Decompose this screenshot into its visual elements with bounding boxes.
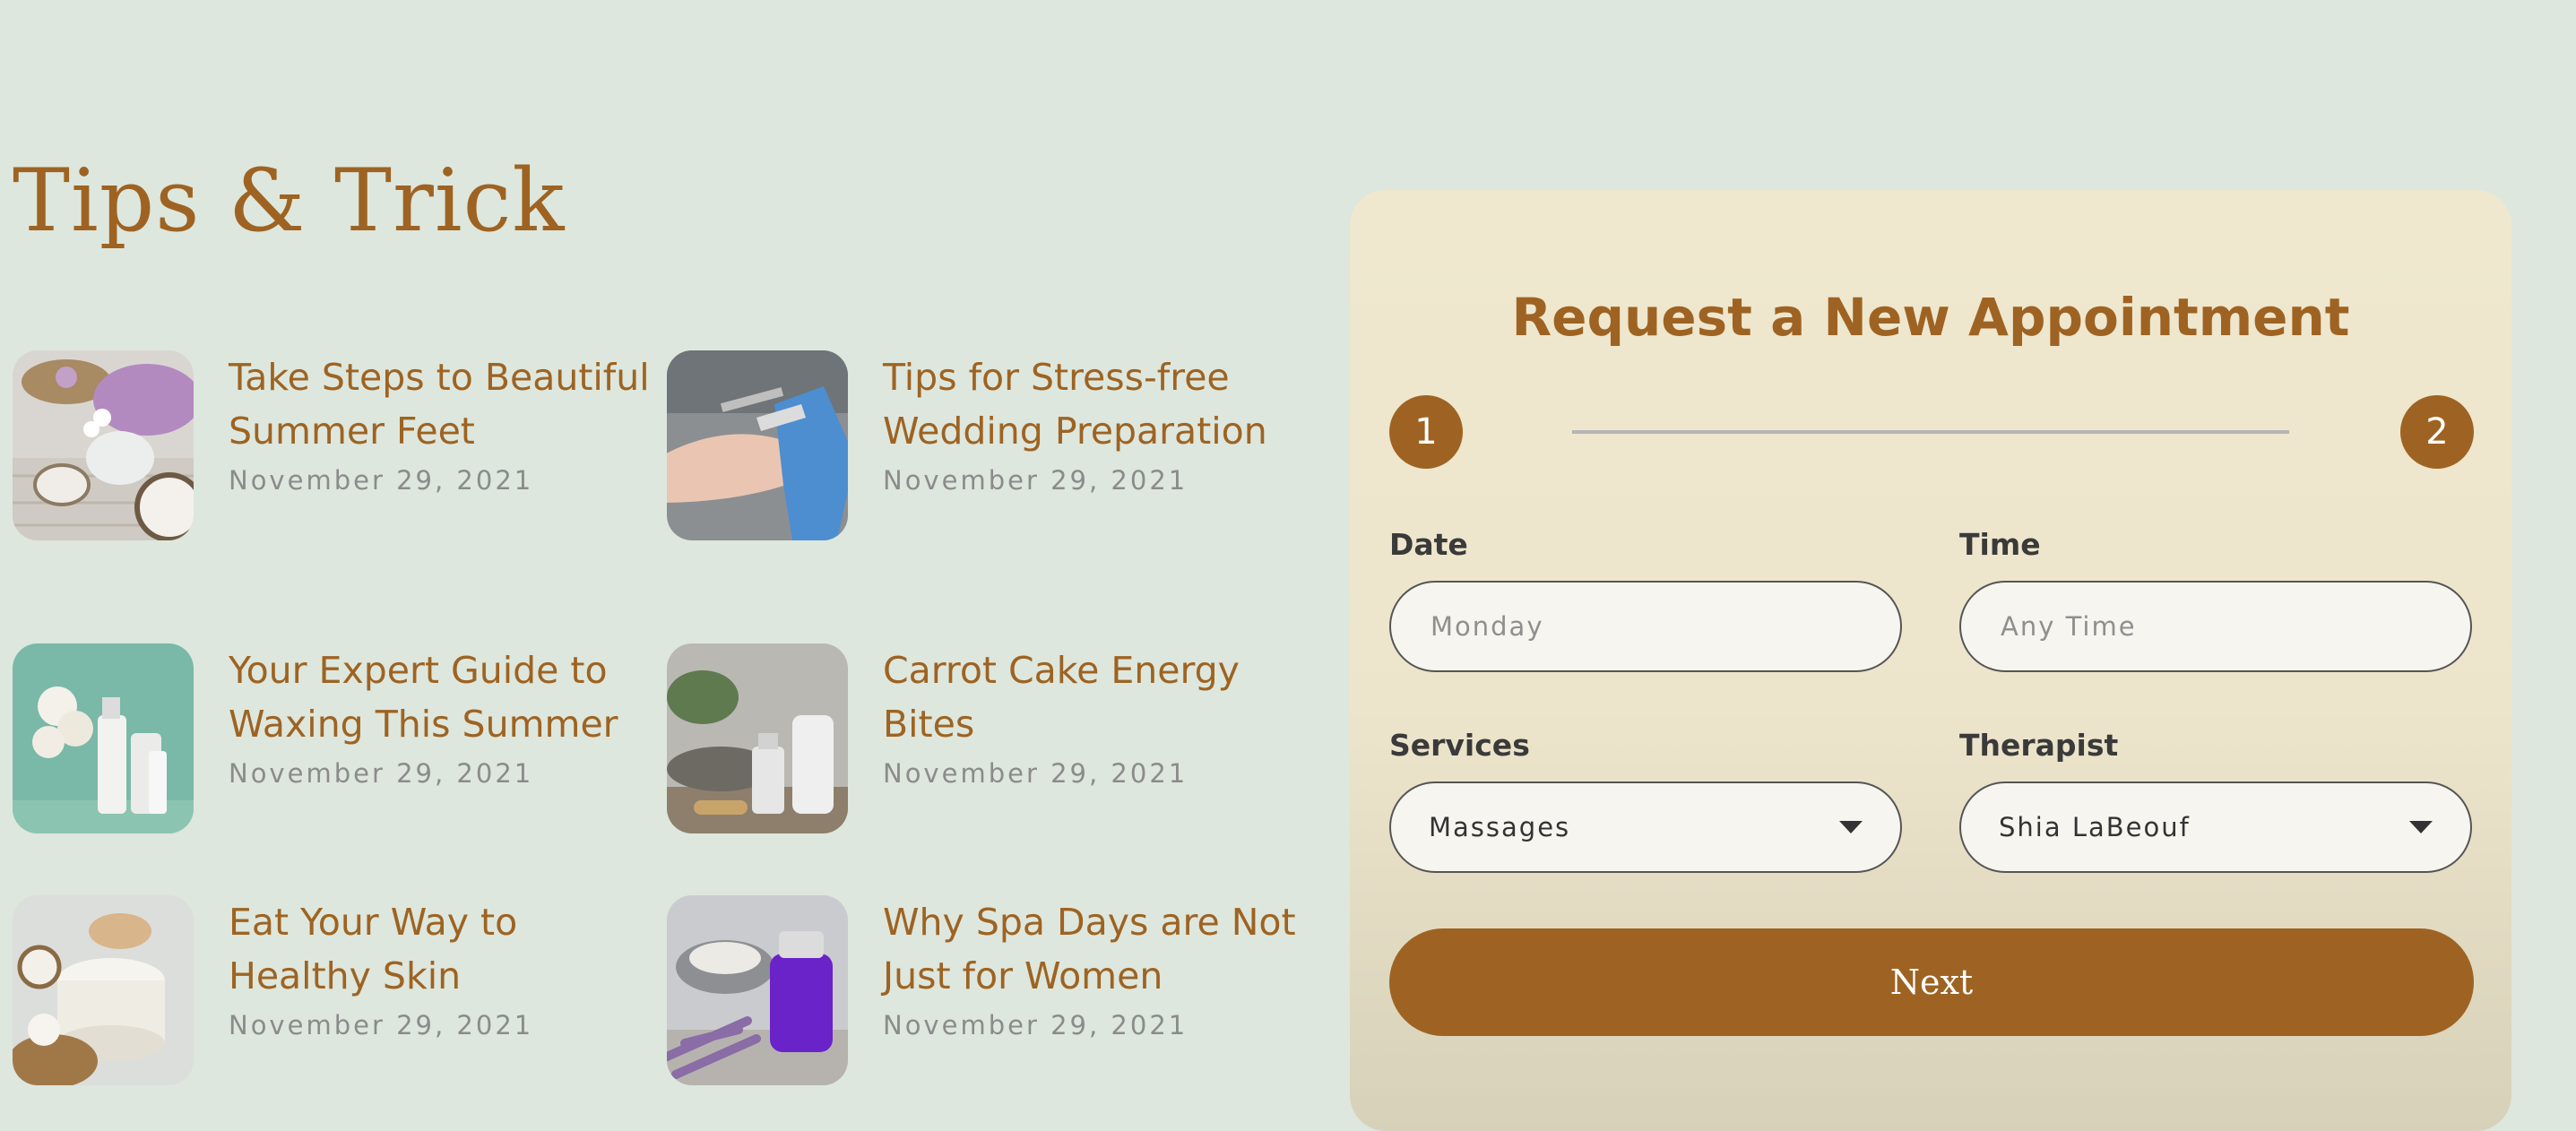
post-title[interactable]: Why Spa Days are Not Just for Women bbox=[883, 895, 1313, 1003]
date-field[interactable] bbox=[1389, 581, 1902, 672]
appointment-card: Request a New Appointment 1 2 Date Time … bbox=[1350, 190, 2511, 1131]
therapist-label: Therapist bbox=[1959, 728, 2119, 763]
time-label: Time bbox=[1959, 527, 2041, 562]
post-date: November 29, 2021 bbox=[229, 465, 534, 496]
services-value: Massages bbox=[1429, 812, 1571, 842]
post-title[interactable]: Carrot Cake Energy Bites bbox=[883, 643, 1313, 751]
appointment-title: Request a New Appointment bbox=[1511, 287, 2350, 348]
date-input[interactable] bbox=[1429, 610, 1863, 643]
therapist-value: Shia LaBeouf bbox=[1999, 812, 2191, 842]
post-thumbnail[interactable] bbox=[13, 895, 194, 1085]
caret-down-icon[interactable] bbox=[2409, 821, 2433, 833]
section-title: Tips & Trick bbox=[13, 151, 566, 251]
post-title[interactable]: Take Steps to Beautiful Summer Feet bbox=[229, 350, 659, 458]
post-date: November 29, 2021 bbox=[883, 758, 1189, 789]
services-select[interactable]: Massages bbox=[1389, 781, 1902, 873]
post-thumbnail[interactable] bbox=[667, 895, 848, 1085]
post-date: November 29, 2021 bbox=[229, 1010, 534, 1040]
post-title[interactable]: Tips for Stress-free Wedding Preparation bbox=[883, 350, 1313, 458]
time-field[interactable] bbox=[1959, 581, 2472, 672]
step-1-indicator: 1 bbox=[1389, 395, 1463, 469]
step-progress-line bbox=[1572, 430, 2289, 434]
post-thumbnail[interactable] bbox=[13, 643, 194, 833]
services-label: Services bbox=[1389, 728, 1530, 763]
date-label: Date bbox=[1389, 527, 1468, 562]
post-thumbnail[interactable] bbox=[667, 350, 848, 540]
post-thumbnail[interactable] bbox=[667, 643, 848, 833]
therapist-select[interactable]: Shia LaBeouf bbox=[1959, 781, 2472, 873]
step-2-indicator: 2 bbox=[2400, 395, 2474, 469]
post-date: November 29, 2021 bbox=[883, 465, 1189, 496]
time-input[interactable] bbox=[1999, 610, 2433, 643]
post-date: November 29, 2021 bbox=[883, 1010, 1189, 1040]
post-title[interactable]: Eat Your Way to Healthy Skin bbox=[229, 895, 659, 1003]
post-date: November 29, 2021 bbox=[229, 758, 534, 789]
post-title[interactable]: Your Expert Guide to Waxing This Summer bbox=[229, 643, 659, 751]
post-thumbnail[interactable] bbox=[13, 350, 194, 540]
caret-down-icon[interactable] bbox=[1839, 821, 1863, 833]
next-button[interactable]: Next bbox=[1389, 928, 2474, 1036]
